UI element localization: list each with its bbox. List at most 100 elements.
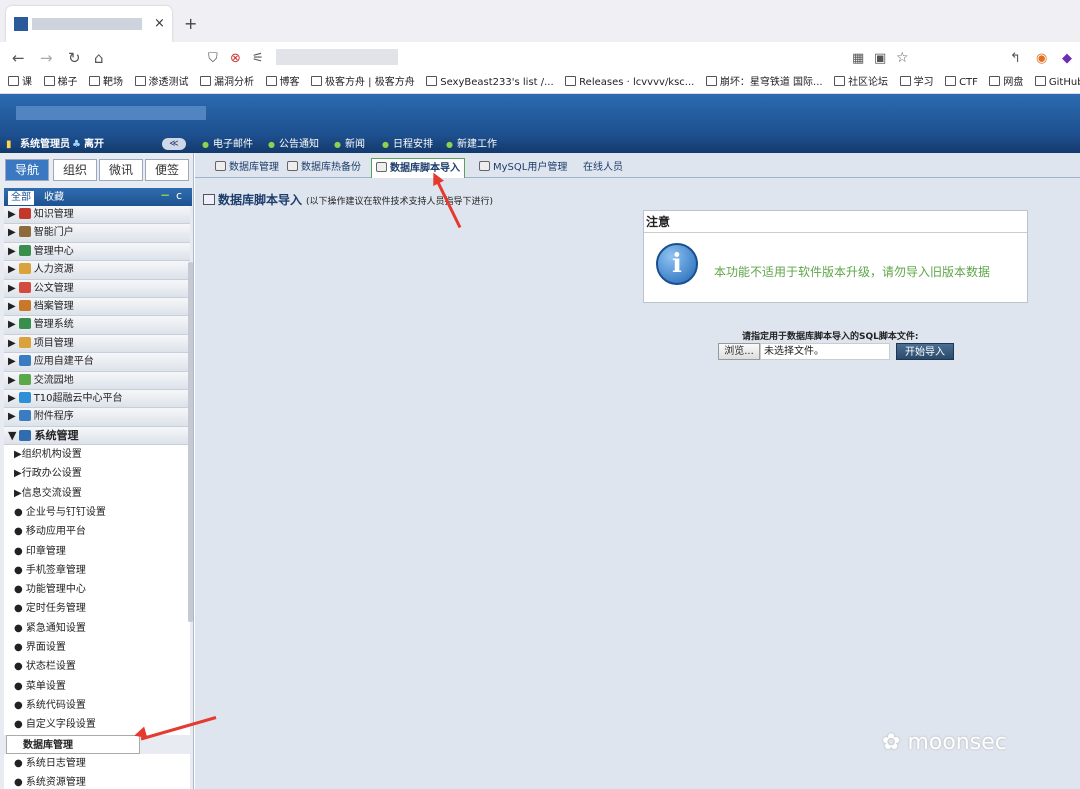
file-name-field[interactable]: 未选择文件。 xyxy=(760,343,890,360)
nav-category[interactable]: ▶ 交流园地 xyxy=(4,371,190,390)
tab-messages[interactable]: 微讯 xyxy=(99,159,143,181)
user-icon: ▮ xyxy=(6,139,12,150)
nav-category[interactable]: ▶ 知识管理 xyxy=(4,206,190,225)
page-title-icon xyxy=(203,194,215,205)
content-tab[interactable]: 数据库管理 xyxy=(215,158,279,178)
url-redacted[interactable] xyxy=(276,49,398,65)
nav-item[interactable]: ● 界面设置 xyxy=(4,638,190,658)
nav-category-label: 应用自建平台 xyxy=(33,356,94,368)
shield-icon[interactable]: ⛉ xyxy=(208,51,218,66)
refresh-icon[interactable]: c xyxy=(176,189,182,202)
nav-item[interactable]: ● 定时任务管理 xyxy=(4,599,190,619)
category-icon xyxy=(18,318,31,330)
qr-code-icon[interactable]: ▦ xyxy=(852,51,864,66)
tree-scrollbar[interactable] xyxy=(188,262,193,622)
nav-item[interactable]: ● 菜单设置 xyxy=(4,676,190,696)
home-icon[interactable]: ⌂ xyxy=(94,49,104,67)
nav-category[interactable]: ▶ 管理系统 xyxy=(4,316,190,335)
nav-category[interactable]: ▶ 档案管理 xyxy=(4,297,190,317)
bookmark-item[interactable]: 学习 xyxy=(900,74,934,92)
content-tab[interactable]: MySQL用户管理 xyxy=(479,158,567,178)
bookmark-item[interactable]: 漏洞分析 xyxy=(200,74,254,92)
nav-category-label: 系统管理 xyxy=(34,428,79,442)
addon-icon[interactable]: ◉ xyxy=(1036,51,1047,66)
menu-item-schedule[interactable]: 日程安排 xyxy=(382,136,433,153)
nav-item[interactable]: ● 系统资源管理 xyxy=(4,773,190,789)
nav-item[interactable]: ● 系统代码设置 xyxy=(4,695,190,716)
content-tab[interactable]: 在线人员 xyxy=(583,158,623,178)
bookmark-item[interactable]: 社区论坛 xyxy=(834,74,888,92)
nav-category[interactable]: ▶ 应用自建平台 xyxy=(4,353,190,372)
reload-icon[interactable]: ↻ xyxy=(68,49,81,67)
permissions-icon[interactable]: ⚟ xyxy=(252,51,264,66)
expand-arrow-icon: ▶ xyxy=(8,319,16,331)
bookmark-item[interactable]: 崩坏：星穹铁道 国际... xyxy=(706,74,823,92)
nav-item[interactable]: ● 紧急通知设置 xyxy=(4,618,190,639)
bookmark-item[interactable]: SexyBeast233's list /... xyxy=(426,74,553,92)
collapse-tree-icon[interactable]: − xyxy=(160,188,170,202)
close-tab-icon[interactable]: × xyxy=(154,16,165,31)
nav-item[interactable]: ▶行政办公设置 xyxy=(4,464,190,484)
tab-navigation[interactable]: 导航 xyxy=(5,159,49,181)
content-tab[interactable]: 数据库脚本导入 xyxy=(371,158,465,178)
nav-category[interactable]: ▶ 公文管理 xyxy=(4,279,190,298)
collapse-icon[interactable]: ≪ xyxy=(162,138,186,150)
browser-tab[interactable]: × xyxy=(6,6,172,42)
menu-item-news[interactable]: 新闻 xyxy=(334,136,365,153)
bookmark-item[interactable]: 梯子 xyxy=(44,74,78,92)
category-icon xyxy=(18,281,31,293)
menu-item-new-work[interactable]: 新建工作 xyxy=(446,136,497,153)
forward-icon[interactable]: → xyxy=(40,49,53,67)
lock-icon[interactable]: ⊗ xyxy=(230,51,241,66)
back-icon[interactable]: ← xyxy=(12,49,25,67)
category-icon xyxy=(18,355,31,367)
nav-category-label: 公文管理 xyxy=(33,282,74,294)
extension-puzzle-icon[interactable]: ◆ xyxy=(1062,51,1072,66)
nav-category[interactable]: ▶ 智能门户 xyxy=(4,224,190,243)
user-name[interactable]: 系统管理员 xyxy=(20,136,70,153)
nav-category[interactable]: ▶ T10超融云中心平台 xyxy=(4,389,190,409)
nav-item[interactable]: ● 印章管理 xyxy=(4,541,190,561)
nav-item[interactable]: ● 系统日志管理 xyxy=(4,753,190,774)
bookmark-item[interactable]: 网盘 xyxy=(989,74,1023,92)
nav-category[interactable]: ▶ 项目管理 xyxy=(4,334,190,354)
content-tab[interactable]: 数据库热备份 xyxy=(287,158,361,178)
tab-notes[interactable]: 便签 xyxy=(145,159,189,181)
expand-arrow-icon: ▶ xyxy=(8,300,16,312)
bookmark-item[interactable]: 靶场 xyxy=(89,74,123,92)
browse-button[interactable]: 浏览... xyxy=(718,343,760,360)
category-icon xyxy=(18,299,31,311)
bookmark-item[interactable]: 课 xyxy=(8,74,32,92)
nav-item[interactable]: ▶信息交流设置 xyxy=(4,483,190,503)
tree-tab-all[interactable]: 全部 xyxy=(8,191,34,205)
nav-category[interactable]: ▼ 系统管理 xyxy=(4,426,190,446)
nav-item[interactable]: ● 手机签章管理 xyxy=(4,560,190,581)
bookmark-item[interactable]: 渗透测试 xyxy=(135,74,189,92)
nav-category[interactable]: ▶ 管理中心 xyxy=(4,242,190,262)
expand-arrow-icon: ▶ xyxy=(8,356,16,368)
nav-item[interactable]: ● 移动应用平台 xyxy=(4,522,190,542)
start-import-button[interactable]: 开始导入 xyxy=(896,343,954,360)
nav-item[interactable]: ▶组织机构设置 xyxy=(4,445,190,465)
bookmark-item[interactable]: GitHub xyxy=(1035,74,1080,92)
bookmark-star-icon[interactable]: ☆ xyxy=(896,50,909,66)
nav-item[interactable]: ● 状态栏设置 xyxy=(4,657,190,677)
bookmark-item[interactable]: Releases · lcvvvv/ksc... xyxy=(565,74,694,92)
nav-item[interactable]: ● 功能管理中心 xyxy=(4,580,190,600)
bookmark-item[interactable]: CTF xyxy=(945,74,978,92)
menu-item-email[interactable]: 电子邮件 xyxy=(202,136,253,153)
menu-item-notice[interactable]: 公告通知 xyxy=(268,136,319,153)
nav-category-label: 智能门户 xyxy=(33,227,74,239)
nav-category[interactable]: ▶ 人力资源 xyxy=(4,261,190,280)
new-tab-button[interactable]: + xyxy=(184,14,197,33)
user-status[interactable]: 离开 xyxy=(84,136,104,153)
nav-item-selected[interactable]: 数据库管理 xyxy=(6,734,140,754)
undo-icon[interactable]: ↰ xyxy=(1010,51,1021,66)
tree-tab-favorites[interactable]: 收藏 xyxy=(44,191,64,205)
extension-icon[interactable]: ▣ xyxy=(874,51,886,66)
tab-organization[interactable]: 组织 xyxy=(53,159,97,181)
nav-item[interactable]: ● 企业号与钉钉设置 xyxy=(4,502,190,523)
bookmark-item[interactable]: 博客 xyxy=(266,74,300,92)
bookmark-item[interactable]: 极客方舟 | 极客方舟 xyxy=(311,74,415,92)
nav-category[interactable]: ▶ 附件程序 xyxy=(4,408,190,427)
